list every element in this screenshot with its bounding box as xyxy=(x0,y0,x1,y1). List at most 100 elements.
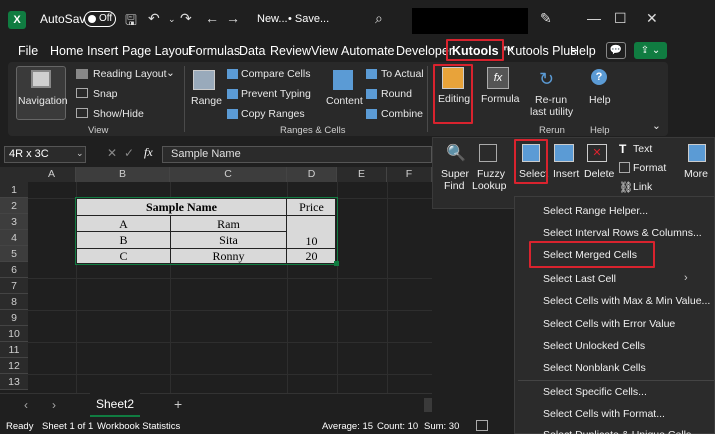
menu-item-select-range-helper[interactable]: Select Range Helper... xyxy=(543,205,648,217)
row-header-8[interactable]: 8 xyxy=(0,294,28,310)
horizontal-scrollbar[interactable] xyxy=(424,398,432,412)
row-header-5[interactable]: 5 xyxy=(0,246,28,262)
table-cell[interactable]: C xyxy=(77,249,171,264)
table-cell[interactable]: A xyxy=(77,216,171,232)
select-all-corner[interactable] xyxy=(0,167,28,182)
undo-icon[interactable]: ↶ xyxy=(148,10,160,27)
workbook-statistics[interactable]: Workbook Statistics xyxy=(97,421,180,432)
row-header-1[interactable]: 1 xyxy=(0,182,28,198)
comments-icon[interactable]: 💬 xyxy=(606,42,626,59)
merged-header-cell[interactable]: Sample Name xyxy=(77,199,287,216)
rerun-label-2[interactable]: last utility xyxy=(530,106,573,118)
autosave-toggle[interactable]: Off xyxy=(84,11,116,27)
next-sheet-icon[interactable]: › xyxy=(52,398,56,412)
undo-dropdown-icon[interactable]: ⌄ xyxy=(168,14,176,25)
name-box[interactable]: 4R x 3C xyxy=(4,146,86,163)
delete-button[interactable]: Delete xyxy=(584,168,614,180)
document-name[interactable]: New... xyxy=(257,13,288,25)
save-icon[interactable]: 🖫 xyxy=(125,10,137,34)
menu-item-select-last-cell[interactable]: Select Last Cell xyxy=(543,273,616,285)
compare-cells-button[interactable]: Compare Cells xyxy=(241,68,310,80)
reading-layout-dropdown-icon[interactable]: ⌄ xyxy=(166,67,175,79)
pen-icon[interactable]: ✎ xyxy=(540,10,552,27)
minimize-icon[interactable]: — xyxy=(587,10,601,26)
menu-help[interactable]: Help xyxy=(570,44,596,58)
menu-item-select-format[interactable]: Select Cells with Format... xyxy=(543,408,665,420)
text-button[interactable]: Text xyxy=(633,143,652,155)
row-header-7[interactable]: 7 xyxy=(0,278,28,294)
super-find-label-1[interactable]: Super xyxy=(441,168,469,180)
column-header-b[interactable]: B xyxy=(76,167,170,182)
snap-button[interactable]: Snap xyxy=(93,88,118,100)
menu-item-select-max-min[interactable]: Select Cells with Max & Min Value... xyxy=(543,295,710,307)
row-header-9[interactable]: 9 xyxy=(0,310,28,326)
selected-range[interactable]: Sample Name Price A Ram 10 B Sita C Ronn… xyxy=(76,198,336,264)
row-header-2[interactable]: 2 xyxy=(0,198,28,214)
sheet-tab-sheet2[interactable]: Sheet2 xyxy=(90,393,140,417)
prev-sheet-icon[interactable]: ‹ xyxy=(24,398,28,412)
copy-ranges-button[interactable]: Copy Ranges xyxy=(241,108,305,120)
super-find-label-2[interactable]: Find xyxy=(444,180,464,192)
insert-function-icon[interactable]: fx xyxy=(144,145,153,160)
round-button[interactable]: Round xyxy=(381,88,412,100)
fuzzy-lookup-label-1[interactable]: Fuzzy xyxy=(477,168,505,180)
share-icon[interactable]: ⇪ ⌄ xyxy=(634,42,667,59)
menu-item-select-interval[interactable]: Select Interval Rows & Columns... xyxy=(543,227,702,239)
to-actual-button[interactable]: To Actual xyxy=(381,68,424,80)
close-icon[interactable]: ✕ xyxy=(646,10,658,27)
column-header-f[interactable]: F xyxy=(387,167,432,182)
table-cell[interactable]: Ram xyxy=(171,216,287,232)
row-header-4[interactable]: 4 xyxy=(0,230,28,246)
table-cell[interactable]: Sita xyxy=(171,232,287,249)
formula-input[interactable]: Sample Name xyxy=(162,146,432,163)
enter-icon[interactable]: ✓ xyxy=(124,146,134,160)
link-button[interactable]: Link xyxy=(633,181,652,193)
row-header-6[interactable]: 6 xyxy=(0,262,28,278)
add-sheet-icon[interactable]: + xyxy=(174,396,182,412)
menu-item-select-nonblank[interactable]: Select Nonblank Cells xyxy=(543,362,646,374)
menu-item-select-specific[interactable]: Select Specific Cells... xyxy=(543,386,647,398)
price-header-cell[interactable]: Price xyxy=(287,199,336,216)
table-cell[interactable]: 20 xyxy=(287,249,336,264)
cancel-icon[interactable]: ✕ xyxy=(107,146,117,160)
collapse-ribbon-icon[interactable]: ⌄ xyxy=(652,120,661,132)
search-icon[interactable]: ⌕ xyxy=(375,10,383,27)
range-button[interactable]: Range xyxy=(191,95,222,107)
back-arrow-icon[interactable]: ← xyxy=(205,10,219,26)
fuzzy-lookup-label-2[interactable]: Lookup xyxy=(472,180,506,192)
menu-formulas[interactable]: Formulas xyxy=(188,44,240,58)
help-button[interactable]: Help xyxy=(589,94,611,106)
table-cell[interactable]: B xyxy=(77,232,171,249)
menu-insert[interactable]: Insert xyxy=(87,44,118,58)
menu-item-select-error[interactable]: Select Cells with Error Value xyxy=(543,318,675,330)
column-header-a[interactable]: A xyxy=(28,167,76,182)
merged-price-cell[interactable]: 10 xyxy=(287,216,336,249)
reading-layout-button[interactable]: Reading Layout xyxy=(93,68,167,80)
row-header-12[interactable]: 12 xyxy=(0,358,28,374)
menu-file[interactable]: File xyxy=(18,44,38,58)
row-header-11[interactable]: 11 xyxy=(0,342,28,358)
format-button[interactable]: Format xyxy=(633,162,666,174)
insert-button[interactable]: Insert xyxy=(553,168,579,180)
column-header-e[interactable]: E xyxy=(337,167,387,182)
menu-review[interactable]: Review xyxy=(270,44,311,58)
row-header-3[interactable]: 3 xyxy=(0,214,28,230)
menu-home[interactable]: Home xyxy=(50,44,83,58)
row-header-10[interactable]: 10 xyxy=(0,326,28,342)
table-cell[interactable]: Ronny xyxy=(171,249,287,264)
prevent-typing-button[interactable]: Prevent Typing xyxy=(241,88,311,100)
row-header-13[interactable]: 13 xyxy=(0,374,28,390)
name-box-dropdown-icon[interactable]: ⌄ xyxy=(76,148,84,159)
column-header-c[interactable]: C xyxy=(170,167,287,182)
menu-item-select-duplicate[interactable]: Select Duplicate & Unique Cells... xyxy=(543,429,700,434)
forward-arrow-icon[interactable]: → xyxy=(226,10,240,26)
show-hide-button[interactable]: Show/Hide xyxy=(93,108,144,120)
menu-data[interactable]: Data xyxy=(239,44,265,58)
normal-view-icon[interactable] xyxy=(476,420,488,431)
maximize-icon[interactable]: ☐ xyxy=(614,10,627,27)
menu-view[interactable]: View xyxy=(311,44,338,58)
menu-automate[interactable]: Automate xyxy=(341,44,395,58)
rerun-label-1[interactable]: Re-run xyxy=(535,94,567,106)
menu-item-select-unlocked[interactable]: Select Unlocked Cells xyxy=(543,340,645,352)
content-button[interactable]: Content xyxy=(326,95,363,107)
